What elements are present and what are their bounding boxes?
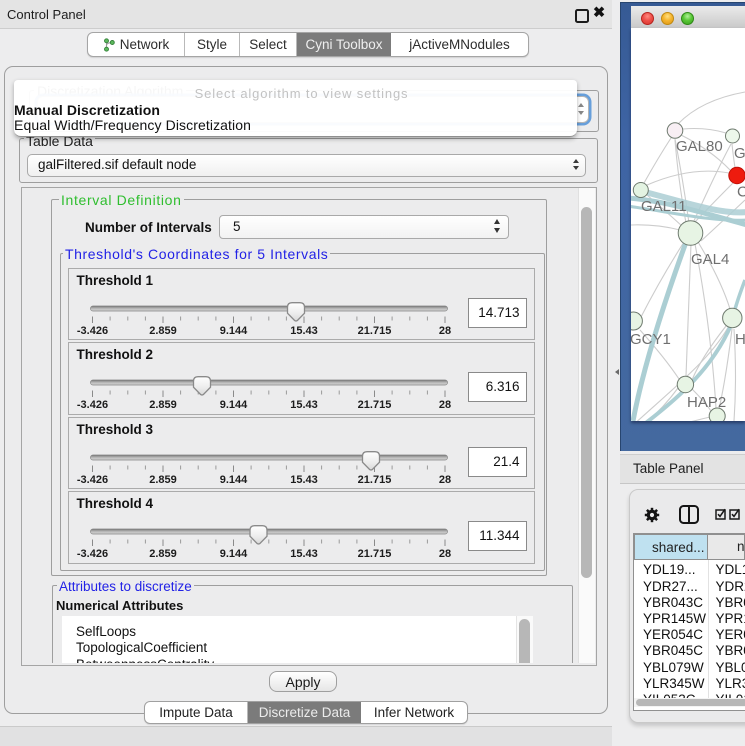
svg-text:-3.426: -3.426 <box>76 399 107 411</box>
svg-text:28: 28 <box>438 474 450 486</box>
svg-text:9.144: 9.144 <box>219 325 247 337</box>
svg-text:9.144: 9.144 <box>219 399 247 411</box>
svg-text:GAL11: GAL11 <box>641 198 687 215</box>
svg-text:15.43: 15.43 <box>290 474 318 486</box>
svg-text:28: 28 <box>438 548 450 560</box>
svg-text:-3.426: -3.426 <box>76 474 107 486</box>
svg-text:GAL80: GAL80 <box>676 138 723 155</box>
svg-text:28: 28 <box>438 325 450 337</box>
svg-text:15.43: 15.43 <box>290 399 318 411</box>
svg-text:15.43: 15.43 <box>290 325 318 337</box>
svg-text:9.144: 9.144 <box>219 548 247 560</box>
svg-text:21.715: 21.715 <box>357 325 391 337</box>
svg-text:C: C <box>737 184 745 201</box>
svg-text:-3.426: -3.426 <box>76 325 107 337</box>
svg-text:28: 28 <box>438 399 450 411</box>
svg-text:2.859: 2.859 <box>149 474 177 486</box>
svg-text:GAL4: GAL4 <box>691 251 729 268</box>
svg-text:2.859: 2.859 <box>149 399 177 411</box>
svg-text:21.715: 21.715 <box>357 474 391 486</box>
svg-text:HIS7: HIS7 <box>735 331 745 348</box>
svg-text:2.859: 2.859 <box>149 325 177 337</box>
svg-text:-3.426: -3.426 <box>76 548 107 560</box>
svg-text:21.715: 21.715 <box>357 399 391 411</box>
svg-text:9.144: 9.144 <box>219 474 247 486</box>
svg-text:15.43: 15.43 <box>290 548 318 560</box>
svg-text:GAL2: GAL2 <box>734 145 745 162</box>
svg-text:GCY1: GCY1 <box>631 331 671 348</box>
svg-text:21.715: 21.715 <box>357 548 391 560</box>
svg-text:HAP2: HAP2 <box>687 394 726 411</box>
svg-text:2.859: 2.859 <box>149 548 177 560</box>
